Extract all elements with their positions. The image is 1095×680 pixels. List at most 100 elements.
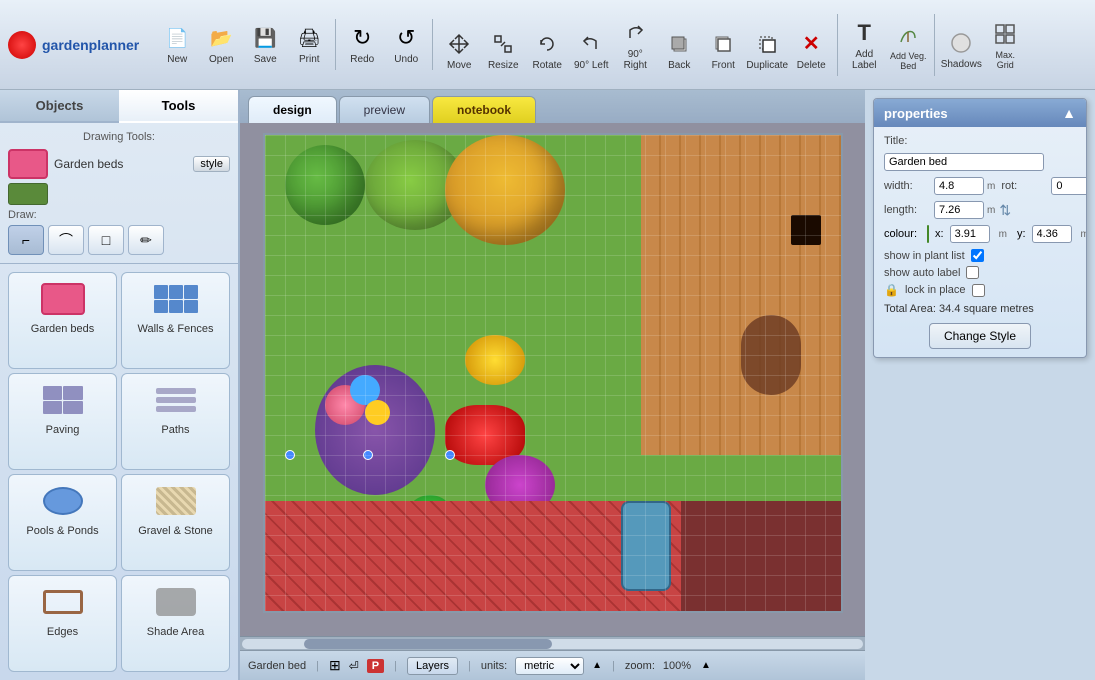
- save-button[interactable]: 💾 Save: [243, 19, 287, 70]
- new-button[interactable]: 📄 New: [155, 19, 199, 70]
- rotate-right-button[interactable]: 90° Right: [613, 14, 657, 76]
- walls-label: Walls & Fences: [137, 323, 213, 335]
- length-arrows[interactable]: ⇅: [999, 202, 1011, 219]
- delete-button[interactable]: ✕ Delete: [789, 25, 833, 76]
- object-shade[interactable]: Shade Area: [121, 575, 230, 672]
- new-label: New: [167, 54, 187, 65]
- scroll-track[interactable]: [242, 639, 863, 649]
- colour-swatch[interactable]: [927, 225, 929, 243]
- print-button[interactable]: 🖨 Print: [287, 19, 331, 70]
- tab-notebook[interactable]: notebook: [432, 96, 536, 123]
- status-sep-2: |: [394, 660, 397, 672]
- status-bar: Garden bed | ⊞ ⏎ P | Layers | units: met…: [240, 650, 865, 680]
- canvas-scroll[interactable]: [240, 123, 865, 636]
- annotation-tools: T Add Label Add Veg. Bed: [842, 14, 935, 76]
- draw-freehand-button[interactable]: ✏: [128, 225, 164, 255]
- show-plant-list-label: show in plant list: [884, 250, 965, 262]
- length-label: length:: [884, 204, 934, 216]
- marker-btn[interactable]: P: [367, 659, 384, 673]
- selection-handle-tm[interactable]: [363, 450, 373, 460]
- tab-preview[interactable]: preview: [339, 96, 430, 123]
- back-button[interactable]: Back: [657, 25, 701, 76]
- move-label: Move: [447, 60, 471, 71]
- tab-objects[interactable]: Objects: [0, 90, 119, 121]
- prop-title-row: Title:: [884, 135, 1076, 147]
- max-grid-button[interactable]: Max. Grid: [983, 15, 1027, 75]
- object-paving[interactable]: Paving: [8, 373, 117, 470]
- shadows-button[interactable]: Shadows: [939, 24, 983, 75]
- zoom-arrow[interactable]: ▲: [701, 660, 711, 671]
- length-input[interactable]: [934, 201, 984, 219]
- rot-input[interactable]: [1051, 177, 1087, 195]
- draw-rect-button[interactable]: ⌐: [8, 225, 44, 255]
- file-tools: 📄 New 📂 Open 💾 Save 🖨 Print: [155, 19, 336, 70]
- duplicate-icon: [753, 30, 781, 58]
- y-unit: m: [1081, 229, 1088, 240]
- show-plant-list-checkbox[interactable]: [971, 249, 984, 262]
- change-style-button[interactable]: Change Style: [929, 323, 1031, 349]
- selection-handle-tl[interactable]: [285, 450, 295, 460]
- paths-icon: [150, 380, 202, 420]
- tab-tools[interactable]: Tools: [119, 90, 238, 123]
- rotate-button[interactable]: Rotate: [525, 25, 569, 76]
- add-label-button[interactable]: T Add Label: [842, 14, 886, 76]
- lock-icon: 🔒: [884, 283, 899, 297]
- draw-square-button[interactable]: □: [88, 225, 124, 255]
- properties-body: Title: width: m rot: length: m ⇅: [874, 127, 1086, 357]
- y-input[interactable]: [1032, 225, 1072, 243]
- duplicate-button[interactable]: Duplicate: [745, 25, 789, 76]
- grid-icon: ⊞: [329, 657, 341, 674]
- rotate-left-button[interactable]: 90° Left: [569, 25, 613, 76]
- open-label: Open: [209, 54, 233, 65]
- redo-button[interactable]: ↻ Redo: [340, 19, 384, 70]
- lock-in-place-label: lock in place: [905, 284, 966, 296]
- canvas-area: design preview notebook: [240, 90, 865, 680]
- object-walls-fences[interactable]: Walls & Fences: [121, 272, 230, 369]
- units-arrow[interactable]: ▲: [592, 660, 602, 671]
- open-button[interactable]: 📂 Open: [199, 19, 243, 70]
- object-edges[interactable]: Edges: [8, 575, 117, 672]
- selection-handle-tr[interactable]: [445, 450, 455, 460]
- move-button[interactable]: Move: [437, 25, 481, 76]
- gravel-label: Gravel & Stone: [138, 525, 213, 537]
- layers-button[interactable]: Layers: [407, 657, 458, 675]
- transform-tools: Move Resize Rotate 90° Left 90° Right: [437, 14, 838, 76]
- status-sep-1: |: [316, 660, 319, 672]
- collapse-button[interactable]: ▲: [1062, 105, 1076, 121]
- lock-in-place-checkbox[interactable]: [972, 284, 985, 297]
- ruler-icon: ⏎: [349, 659, 359, 673]
- garden-bed-color-box: [8, 149, 48, 179]
- front-button[interactable]: Front: [701, 25, 745, 76]
- color-preview[interactable]: [8, 183, 48, 205]
- scroll-thumb[interactable]: [304, 639, 552, 649]
- object-paths[interactable]: Paths: [121, 373, 230, 470]
- draw-curve-button[interactable]: ⌒: [48, 225, 84, 255]
- horizontal-scrollbar[interactable]: [240, 636, 865, 650]
- object-garden-beds[interactable]: Garden beds: [8, 272, 117, 369]
- colour-label: colour:: [884, 228, 917, 240]
- x-input[interactable]: [950, 225, 990, 243]
- shade-label: Shade Area: [147, 626, 205, 638]
- width-unit: m: [987, 181, 995, 192]
- tab-design[interactable]: design: [248, 96, 337, 123]
- logo-text: gardenplanner: [42, 37, 139, 53]
- show-auto-label-label: show auto label: [884, 267, 960, 279]
- object-gravel[interactable]: Gravel & Stone: [121, 474, 230, 571]
- status-area-label: Garden bed: [248, 660, 306, 672]
- undo-label: Undo: [394, 54, 418, 65]
- width-input[interactable]: [934, 177, 984, 195]
- resize-button[interactable]: Resize: [481, 25, 525, 76]
- add-veg-bed-button[interactable]: Add Veg. Bed: [886, 16, 930, 76]
- prop-width-row: width: m rot:: [884, 177, 1076, 195]
- units-select[interactable]: metric imperial: [515, 657, 584, 675]
- style-button[interactable]: style: [193, 156, 230, 172]
- move-icon: [445, 30, 473, 58]
- back-icon: [665, 30, 693, 58]
- title-input[interactable]: [884, 153, 1044, 171]
- object-pools[interactable]: Pools & Ponds: [8, 474, 117, 571]
- house-area: [681, 501, 841, 611]
- undo-button[interactable]: ↺ Undo: [384, 19, 428, 70]
- resize-icon: [489, 30, 517, 58]
- total-area: Total Area: 34.4 square metres: [884, 303, 1076, 315]
- show-auto-label-checkbox[interactable]: [966, 266, 979, 279]
